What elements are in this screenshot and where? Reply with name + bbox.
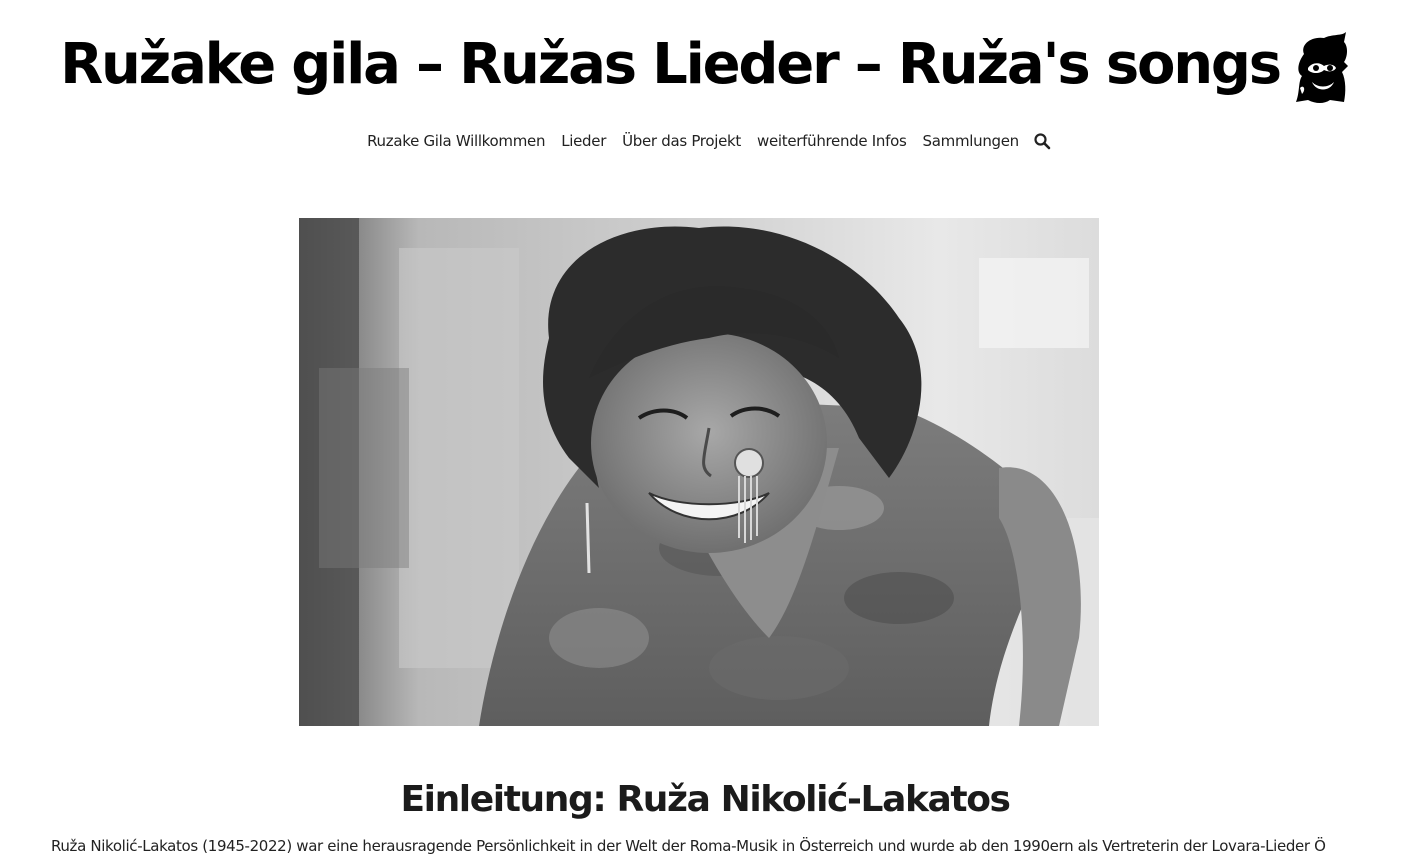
site-header: Ružake gila – Ružas Lieder – Ruža's song… [0, 0, 1410, 180]
title-row: Ružake gila – Ružas Lieder – Ruža's song… [0, 22, 1410, 108]
site-title[interactable]: Ružake gila – Ružas Lieder – Ruža's song… [60, 22, 1282, 108]
nav-item-infos[interactable]: weiterführende Infos [749, 128, 915, 154]
nav-item-willkommen[interactable]: Ruzake Gila Willkommen [359, 128, 553, 154]
nav-item-sammlungen[interactable]: Sammlungen [915, 128, 1027, 154]
intro-heading: Einleitung: Ruža Nikolić-Lakatos [400, 779, 1011, 820]
nav-item-lieder[interactable]: Lieder [553, 128, 614, 154]
portrait-logo-icon[interactable] [1290, 32, 1350, 104]
main-nav: Ruzake Gila Willkommen Lieder Über das P… [0, 128, 1410, 154]
search-icon[interactable] [1033, 132, 1051, 150]
intro-paragraph: Ruža Nikolić-Lakatos (1945-2022) war ein… [51, 837, 1326, 855]
hero-photo [299, 218, 1099, 726]
nav-item-projekt[interactable]: Über das Projekt [614, 128, 749, 154]
